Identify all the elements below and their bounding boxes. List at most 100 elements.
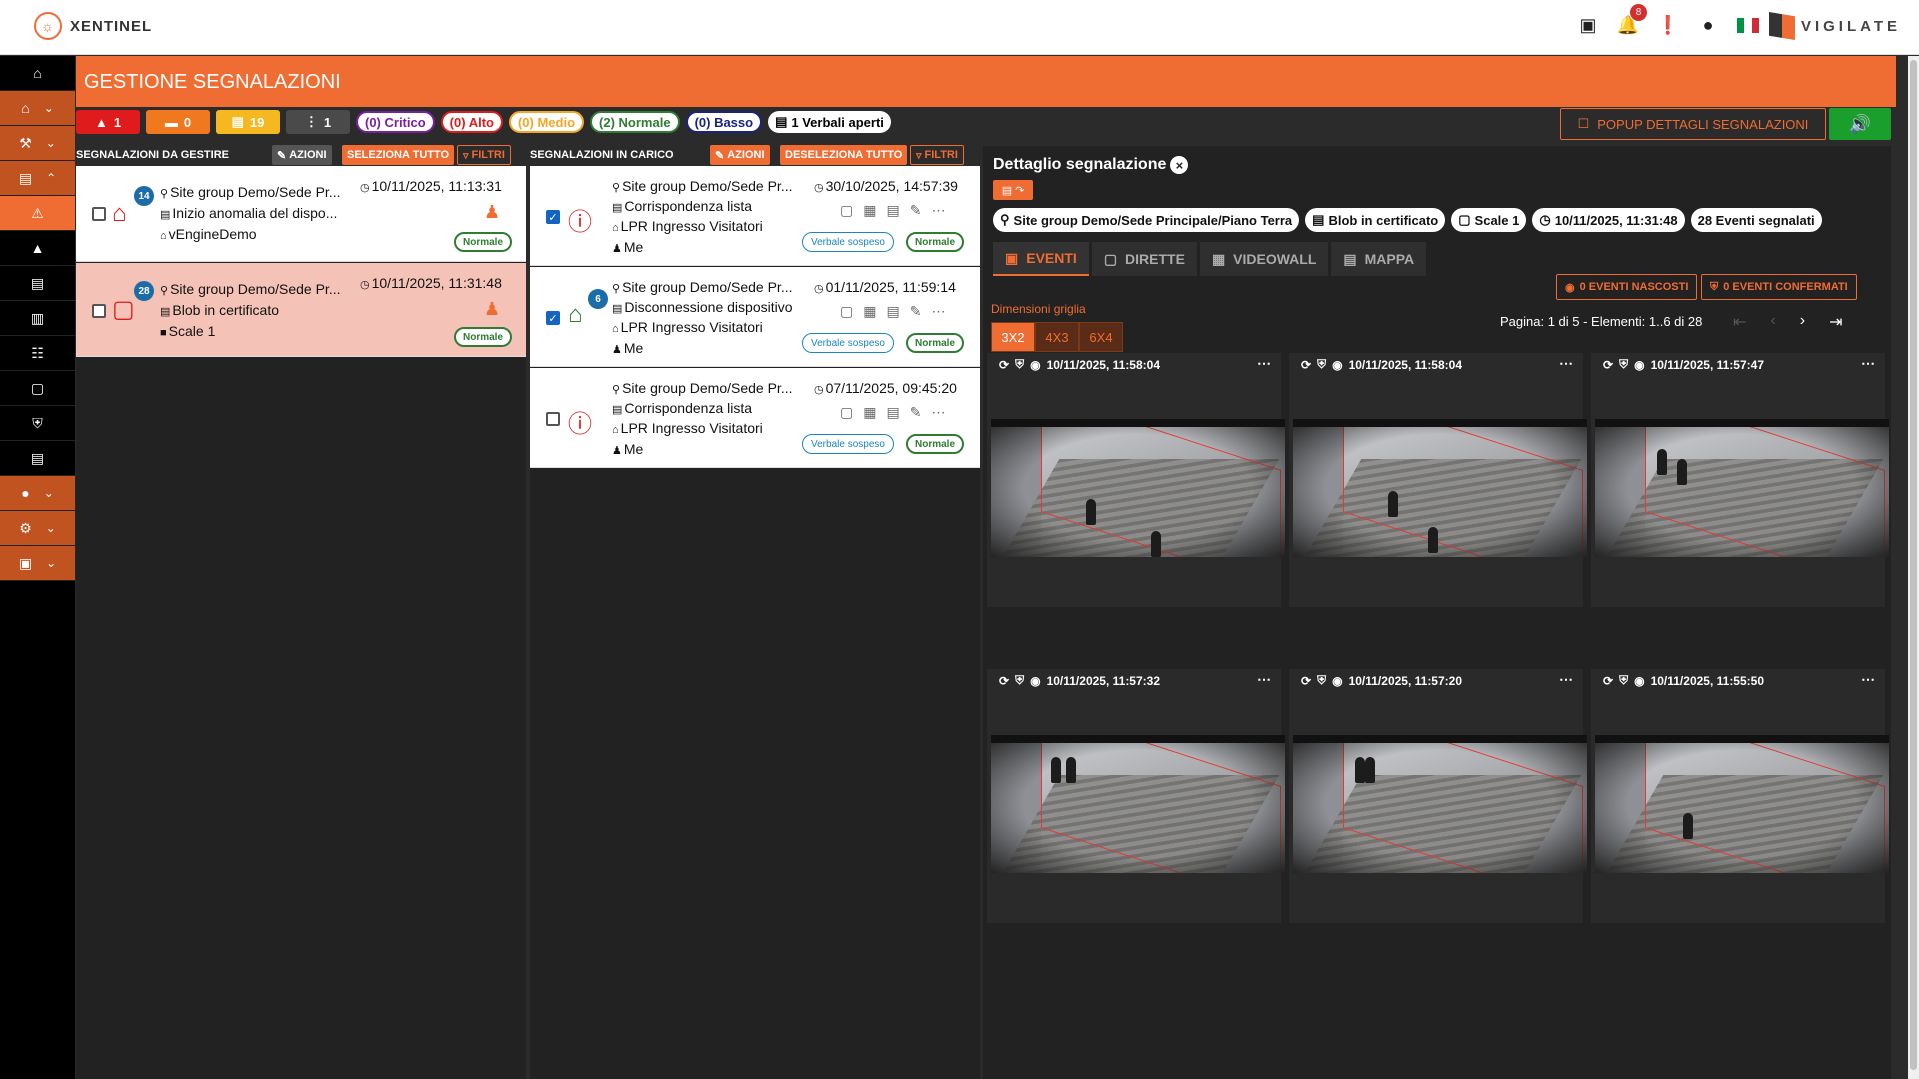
filter-basso[interactable]: (0) Basso [685,111,763,133]
prev-page-icon[interactable]: ‹ [1770,312,1775,332]
sidebar-sites[interactable]: ⌂ ⌄ [0,91,75,126]
event-snapshot[interactable] [1595,735,1889,873]
grid-option-3x2[interactable]: 3X2 [991,322,1035,352]
sidebar-devices[interactable]: ▢ [0,371,75,406]
assign-user-icon[interactable]: ♟ [484,299,500,320]
event-cell[interactable]: ⟳ ⛨ ◉ 10/11/2025, 11:57:32 ⋯ [987,669,1285,923]
grid-icon[interactable]: ▦ [863,202,876,219]
medio-stat[interactable]: ▤ 19 [216,110,280,134]
tab-dirette[interactable]: ▢ DIRETTE [1091,242,1197,276]
more-icon[interactable]: ⋯ [1559,355,1573,372]
event-snapshot[interactable] [1293,735,1587,873]
sidebar-cameras[interactable]: ● ⌄ [0,476,75,511]
critico-stat[interactable]: ▲ 1 [76,110,140,134]
event-cell[interactable]: ⟳ ⛨ ◉ 10/11/2025, 11:58:04 ⋯ [987,353,1285,607]
more-icon[interactable]: ⋯ [1559,671,1573,688]
sidebar-documents[interactable]: ▤ [0,266,75,301]
close-icon[interactable]: × [1170,156,1189,174]
mid-azioni-button[interactable]: ✎ AZIONI [710,145,770,165]
event-snapshot[interactable] [1595,419,1889,557]
deseleziona-tutto-button[interactable]: DESELEZIONA TUTTO [780,145,908,165]
sidebar-settings[interactable]: ⚙ ⌄ [0,511,75,546]
shield-icon[interactable]: ⛨ [1317,357,1326,372]
list-item[interactable]: ⓘ ⚲ Site group Demo/Sede Pr... ◷ 07/11/202… [530,368,980,468]
shield-icon[interactable]: ⛨ [1619,673,1628,688]
alto-stat[interactable]: ▬ 0 [146,110,210,134]
map-icon[interactable]: ▤ [886,202,899,219]
eye-icon[interactable]: ◉ [1332,674,1342,688]
event-cell[interactable]: ⟳ ⛨ ◉ 10/11/2025, 11:57:47 ⋯ [1591,353,1889,607]
left-azioni-button[interactable]: ✎ AZIONI [272,145,332,165]
scrollbar-thumb[interactable] [1910,60,1917,1070]
shield-icon[interactable]: ⛨ [1015,357,1024,372]
sidebar-tools[interactable]: ⚒ ⌄ [0,126,75,161]
alert-clipboard-icon[interactable]: ❗ [1657,14,1679,36]
grid-icon[interactable]: ▦ [863,303,876,320]
eye-icon[interactable]: ◉ [1030,674,1040,688]
map-icon[interactable]: ▤ [886,303,899,320]
grid-option-6x4[interactable]: 6X4 [1079,322,1123,352]
eventi-confermati-button[interactable]: ⛨ 0 EVENTI CONFERMATI [1701,274,1857,300]
sidebar-reports[interactable]: ▤ ⌃ [0,161,75,196]
list-item[interactable]: ▢ 28 ⚲ Site group Demo/Sede Pr... ◷ 10/11/… [76,263,526,357]
card-checkbox[interactable] [92,207,106,221]
italian-flag-icon[interactable] [1737,17,1759,33]
page-scrollbar[interactable] [1908,56,1919,1079]
camera-icon[interactable]: ▢ [840,202,853,219]
last-page-icon[interactable]: ⇥ [1829,312,1842,332]
eye-icon[interactable]: ◉ [1634,674,1644,688]
verbale-badge[interactable]: Verbale sospeso [802,434,894,454]
list-item[interactable]: ✓ ⓘ ⚲ Site group Demo/Sede Pr... ◷ 30/10/2… [530,166,980,266]
map-icon[interactable]: ▤ [886,404,899,421]
seleziona-tutto-button[interactable]: SELEZIONA TUTTO [342,145,455,165]
shield-icon[interactable]: ⛨ [1619,357,1628,372]
sound-toggle-button[interactable]: 🔊 [1829,108,1891,140]
more-icon[interactable]: ⋯ [1257,671,1271,688]
sync-icon[interactable]: ⟳ [1603,358,1613,372]
more-icon[interactable]: ⋯ [931,202,945,219]
account-icon[interactable]: ● [1697,14,1719,36]
popup-details-button[interactable]: ☐ POPUP DETTAGLI SEGNALAZIONI [1560,108,1826,140]
event-cell[interactable]: ⟳ ⛨ ◉ 10/11/2025, 11:55:50 ⋯ [1591,669,1889,923]
card-checkbox[interactable] [546,412,560,426]
sidebar-security[interactable]: ⛨ [0,406,75,441]
sidebar-notifications[interactable]: ▲ [0,231,75,266]
tab-mappa[interactable]: ▤ MAPPA [1331,242,1427,276]
grid-icon[interactable]: ▦ [863,404,876,421]
edit-doc-icon[interactable]: ✎ [910,404,922,421]
first-page-icon[interactable]: ⇤ [1733,312,1746,332]
sidebar-kit[interactable]: ▣ ⌄ [0,546,75,581]
eye-icon[interactable]: ◉ [1634,358,1644,372]
sidebar-home[interactable]: ⌂ [0,56,75,91]
sidebar-search-docs[interactable]: ▤ [0,441,75,476]
filter-medio[interactable]: (0) Medio [508,111,585,133]
card-checkbox[interactable] [92,304,106,318]
more-icon[interactable]: ⋯ [1861,671,1875,688]
filter-normale[interactable]: (2) Normale [590,111,680,133]
event-cell[interactable]: ⟳ ⛨ ◉ 10/11/2025, 11:57:20 ⋯ [1289,669,1587,923]
edit-doc-icon[interactable]: ✎ [910,202,922,219]
sync-icon[interactable]: ⟳ [1603,674,1613,688]
more-icon[interactable]: ⋯ [1861,355,1875,372]
more-icon[interactable]: ⋯ [1257,355,1271,372]
verbale-badge[interactable]: Verbale sospeso [802,232,894,252]
list-item[interactable]: ✓ ⌂ 6 ⚲ Site group Demo/Sede Pr... ◷ 01/11… [530,267,980,367]
more-icon[interactable]: ⋯ [931,303,945,320]
sync-icon[interactable]: ⟳ [1301,358,1311,372]
event-snapshot[interactable] [1293,419,1587,557]
bell-icon[interactable]: 🔔 8 [1617,4,1647,36]
list-item[interactable]: ⌂ 14 ⚲ Site group Demo/Sede Pr... ◷ 10/11/… [76,166,526,262]
left-filtri-button[interactable]: ▿ FILTRI [457,145,511,165]
tab-eventi[interactable]: ▣ EVENTI [993,242,1089,276]
event-cell[interactable]: ⟳ ⛨ ◉ 10/11/2025, 11:58:04 ⋯ [1289,353,1587,607]
next-page-icon[interactable]: › [1800,312,1805,332]
filter-alto[interactable]: (0) Alto [440,111,503,133]
filter-verbali[interactable]: ▤ 1 Verbali aperti [768,111,891,133]
medkit-icon[interactable]: ▣ [1577,14,1599,36]
filter-critico[interactable]: (0) Critico [356,111,435,133]
tab-videowall[interactable]: ▦ VIDEOWALL [1199,242,1329,276]
shield-icon[interactable]: ⛨ [1015,673,1024,688]
card-checkbox[interactable]: ✓ [546,210,560,224]
verbale-badge[interactable]: Verbale sospeso [802,333,894,353]
basso-stat[interactable]: ⋮ 1 [286,110,350,134]
